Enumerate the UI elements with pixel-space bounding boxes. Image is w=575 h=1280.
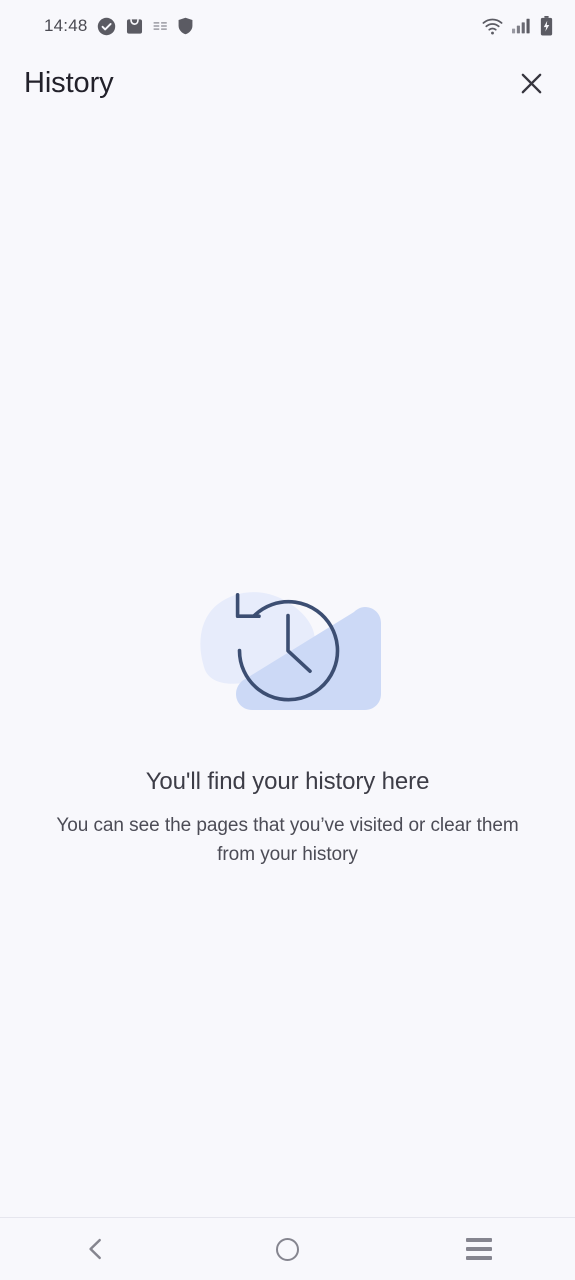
history-list-area: You'll find your history here You can se… [0,114,575,1217]
status-bar: 14:48 [0,0,575,52]
history-screen: 14:48 History You'll find your history h… [0,0,575,1280]
text-badge-icon [153,21,167,30]
page-title: History [24,66,114,99]
status-bar-left: 14:48 [44,16,194,36]
history-illustration-svg [199,592,381,710]
check-circle-icon [97,17,115,35]
status-bar-right [482,16,553,36]
nav-back-button[interactable] [0,1218,192,1280]
android-navigation-bar [0,1217,575,1280]
battery-charging-icon [540,16,553,36]
shield-icon [178,17,192,35]
empty-state-title: You'll find your history here [145,768,430,795]
history-clock-illustration [192,566,384,726]
close-icon [521,73,541,93]
nav-recents-button[interactable] [383,1218,575,1280]
status-bar-clock: 14:48 [44,16,88,35]
cellular-signal-icon [512,18,530,34]
app-header: History [0,52,575,114]
close-button[interactable] [507,59,555,107]
empty-state: You'll find your history here You can se… [0,566,575,869]
recents-hamburger-icon [466,1238,493,1260]
nav-home-button[interactable] [192,1218,384,1280]
empty-state-subtitle: You can see the pages that you’ve visite… [56,815,519,865]
home-circle-icon [276,1237,299,1261]
wifi-icon [482,18,503,34]
chevron-left-icon [89,1238,101,1260]
shopping-bag-icon [126,18,142,34]
